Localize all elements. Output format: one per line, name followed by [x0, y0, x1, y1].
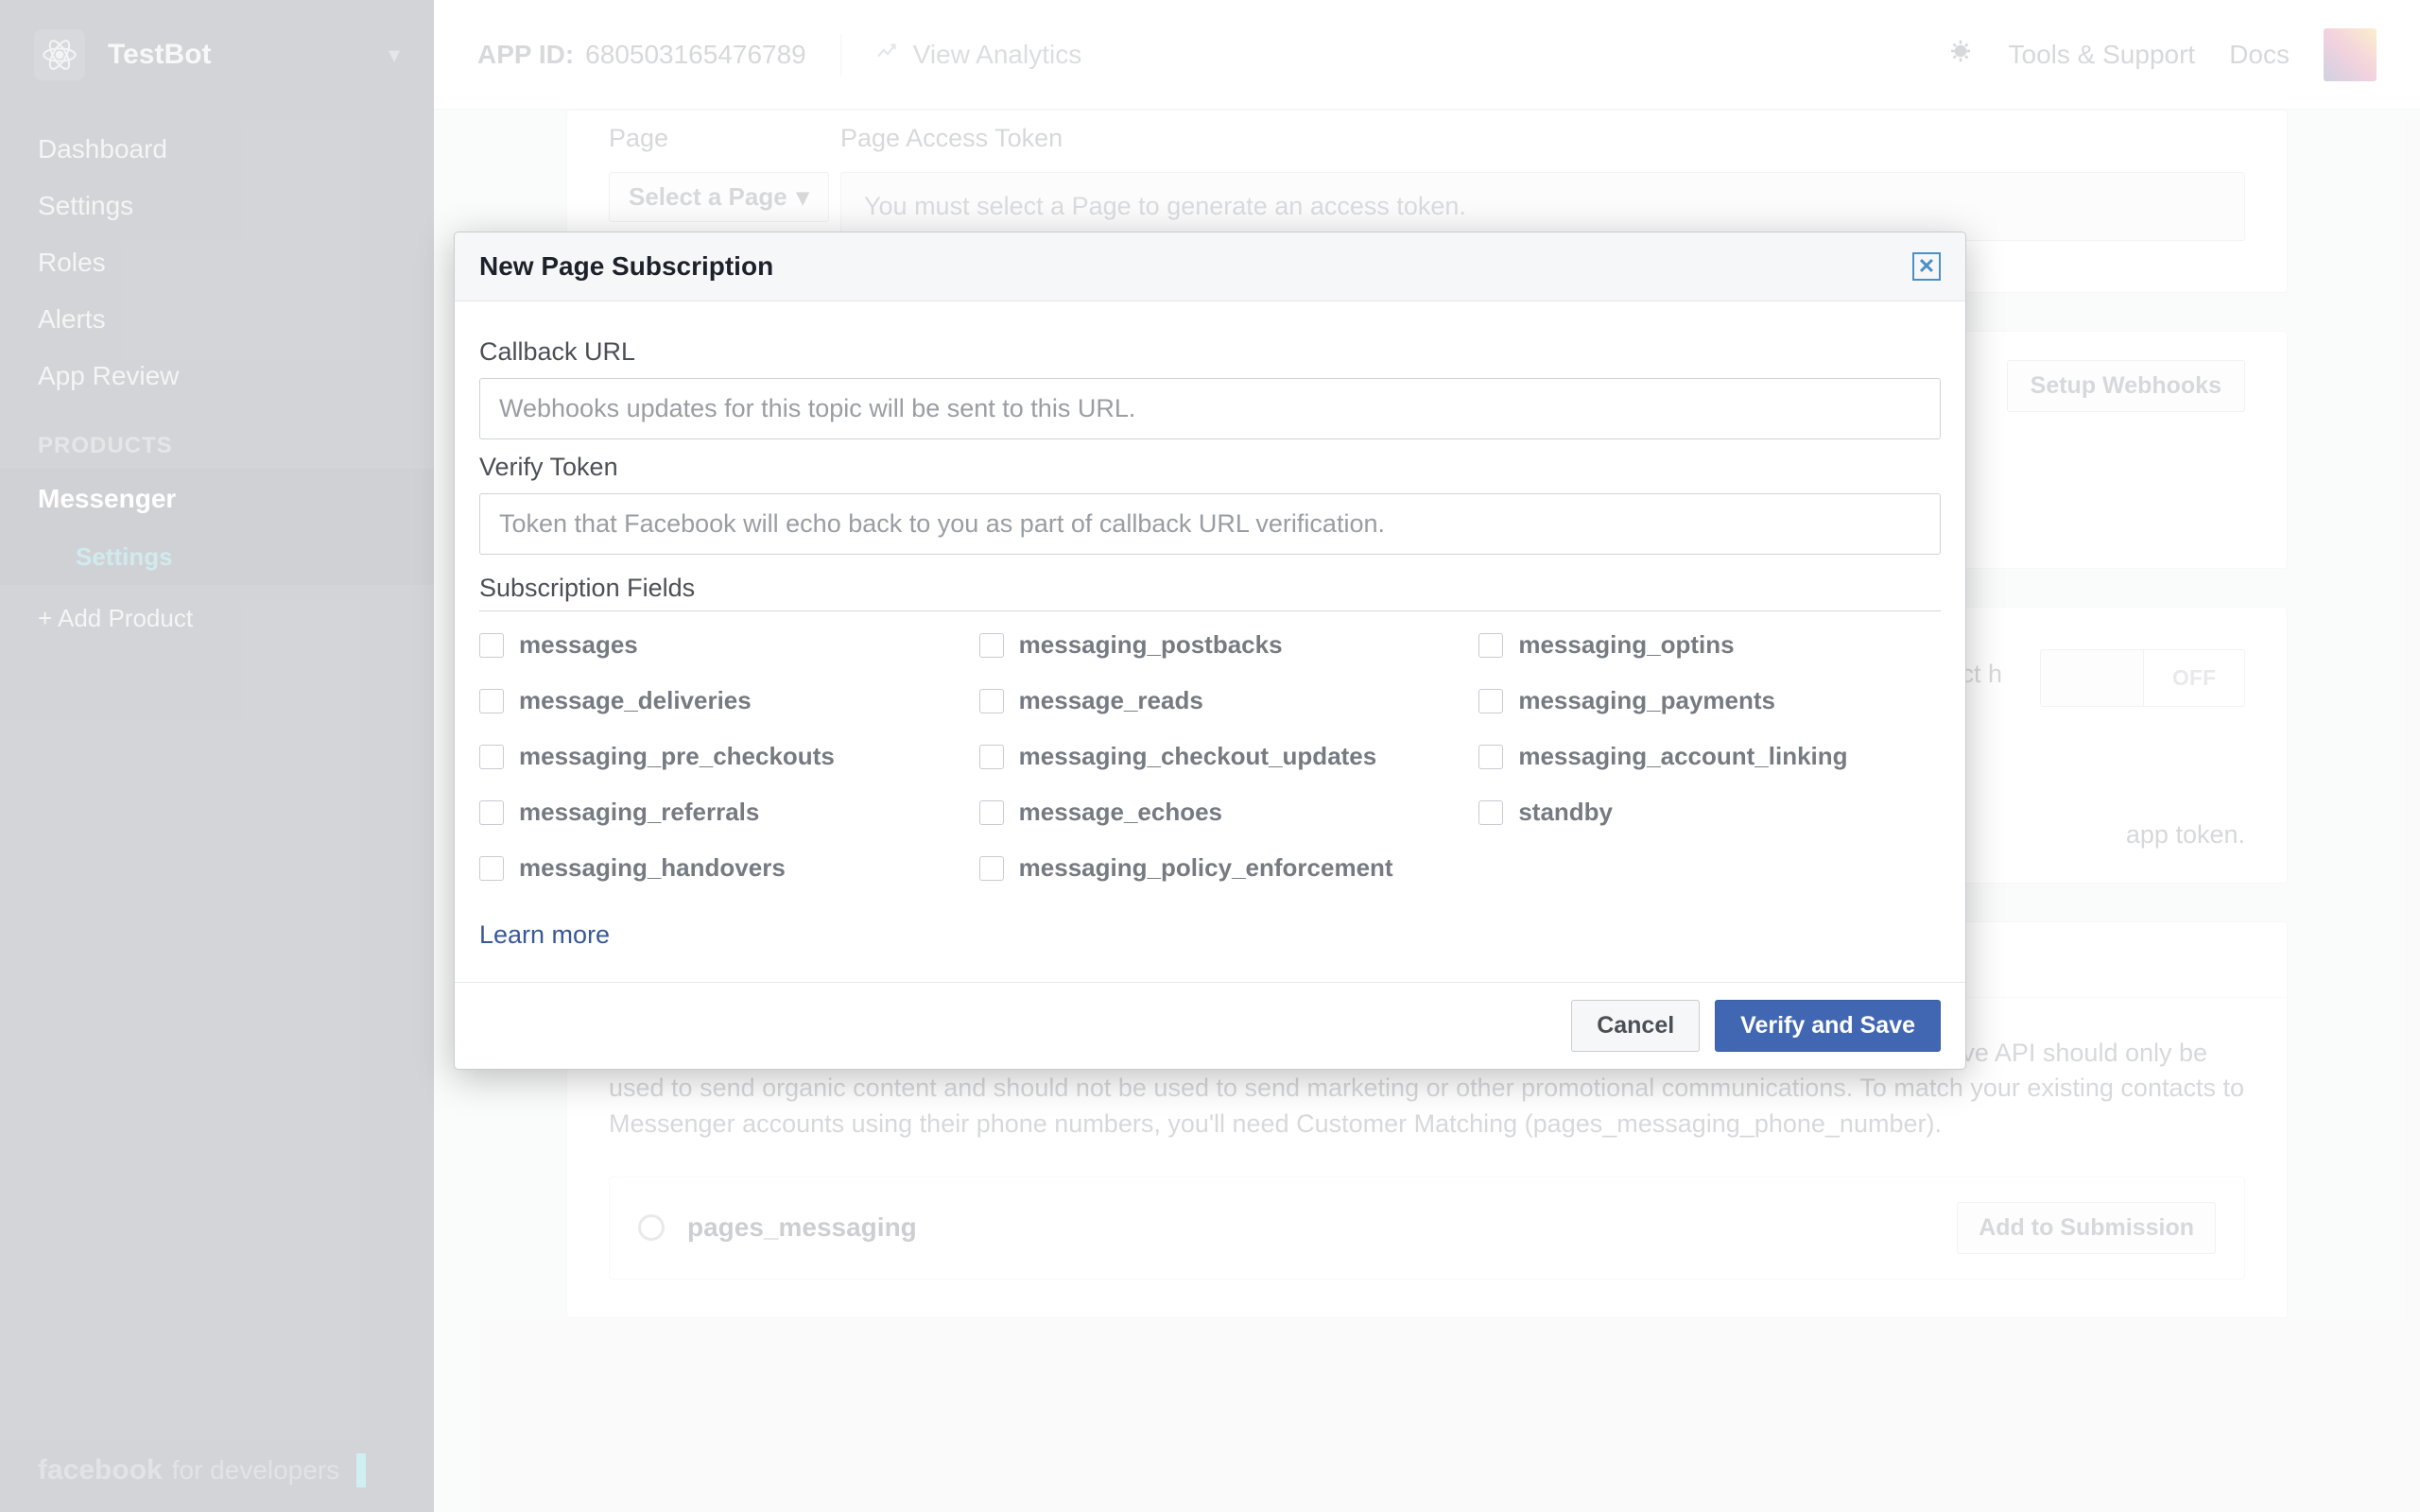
- modal-footer: Cancel Verify and Save: [455, 982, 1965, 1069]
- checkbox-icon[interactable]: [1478, 689, 1503, 713]
- checkbox-icon[interactable]: [979, 800, 1004, 825]
- callback-url-label: Callback URL: [479, 337, 1941, 367]
- subscription-field-standby[interactable]: standby: [1478, 798, 1941, 827]
- modal-title: New Page Subscription: [479, 251, 773, 282]
- verify-token-label: Verify Token: [479, 453, 1941, 482]
- modal-header: New Page Subscription ✕: [455, 232, 1965, 301]
- subscription-field-label: message_echoes: [1019, 798, 1222, 827]
- subscription-field-label: message_deliveries: [519, 686, 752, 715]
- subscription-field-messaging_referrals[interactable]: messaging_referrals: [479, 798, 942, 827]
- checkbox-icon[interactable]: [979, 856, 1004, 881]
- subscription-field-messaging_checkout_updates[interactable]: messaging_checkout_updates: [979, 742, 1442, 771]
- callback-url-input[interactable]: [479, 378, 1941, 439]
- checkbox-icon[interactable]: [1478, 633, 1503, 658]
- checkbox-icon[interactable]: [479, 745, 504, 769]
- modal-overlay: New Page Subscription ✕ Callback URL Ver…: [0, 0, 2420, 1512]
- close-icon[interactable]: ✕: [1912, 252, 1941, 281]
- subscription-field-label: messaging_referrals: [519, 798, 759, 827]
- checkbox-icon[interactable]: [479, 689, 504, 713]
- subscription-field-label: messaging_payments: [1518, 686, 1775, 715]
- subscription-field-label: messaging_pre_checkouts: [519, 742, 835, 771]
- checkbox-icon[interactable]: [979, 689, 1004, 713]
- checkbox-icon[interactable]: [479, 800, 504, 825]
- subscription-field-label: messaging_optins: [1518, 630, 1734, 660]
- subscription-field-label: messaging_checkout_updates: [1019, 742, 1377, 771]
- verify-and-save-button[interactable]: Verify and Save: [1715, 1000, 1941, 1052]
- subscription-field-message_reads[interactable]: message_reads: [979, 686, 1442, 715]
- subscription-field-messaging_pre_checkouts[interactable]: messaging_pre_checkouts: [479, 742, 942, 771]
- subscription-field-label: message_reads: [1019, 686, 1203, 715]
- subscription-field-label: messaging_policy_enforcement: [1019, 853, 1393, 883]
- subscription-field-messages[interactable]: messages: [479, 630, 942, 660]
- subscription-fields-label: Subscription Fields: [479, 574, 1941, 611]
- subscription-fields-grid: messages messaging_postbacks messaging_opt…: [479, 611, 1941, 911]
- verify-token-input[interactable]: [479, 493, 1941, 555]
- subscription-field-messaging_account_linking[interactable]: messaging_account_linking: [1478, 742, 1941, 771]
- subscription-field-label: standby: [1518, 798, 1613, 827]
- subscription-field-messaging_handovers[interactable]: messaging_handovers: [479, 853, 942, 883]
- checkbox-icon[interactable]: [1478, 745, 1503, 769]
- subscription-field-label: messaging_handovers: [519, 853, 786, 883]
- checkbox-icon[interactable]: [479, 856, 504, 881]
- checkbox-icon[interactable]: [979, 633, 1004, 658]
- modal-body: Callback URL Verify Token Subscription F…: [455, 301, 1965, 982]
- subscription-field-messaging_policy_enforcement[interactable]: messaging_policy_enforcement: [979, 853, 1442, 883]
- cancel-button[interactable]: Cancel: [1571, 1000, 1700, 1052]
- subscription-field-messaging_optins[interactable]: messaging_optins: [1478, 630, 1941, 660]
- subscription-field-message_deliveries[interactable]: message_deliveries: [479, 686, 942, 715]
- subscription-field-label: messaging_postbacks: [1019, 630, 1283, 660]
- learn-more-link[interactable]: Learn more: [479, 911, 610, 972]
- subscription-field-label: messages: [519, 630, 638, 660]
- subscription-field-messaging_payments[interactable]: messaging_payments: [1478, 686, 1941, 715]
- subscription-field-message_echoes[interactable]: message_echoes: [979, 798, 1442, 827]
- subscription-field-label: messaging_account_linking: [1518, 742, 1847, 771]
- new-page-subscription-modal: New Page Subscription ✕ Callback URL Ver…: [454, 232, 1966, 1070]
- checkbox-icon[interactable]: [979, 745, 1004, 769]
- checkbox-icon[interactable]: [479, 633, 504, 658]
- subscription-field-messaging_postbacks[interactable]: messaging_postbacks: [979, 630, 1442, 660]
- checkbox-icon[interactable]: [1478, 800, 1503, 825]
